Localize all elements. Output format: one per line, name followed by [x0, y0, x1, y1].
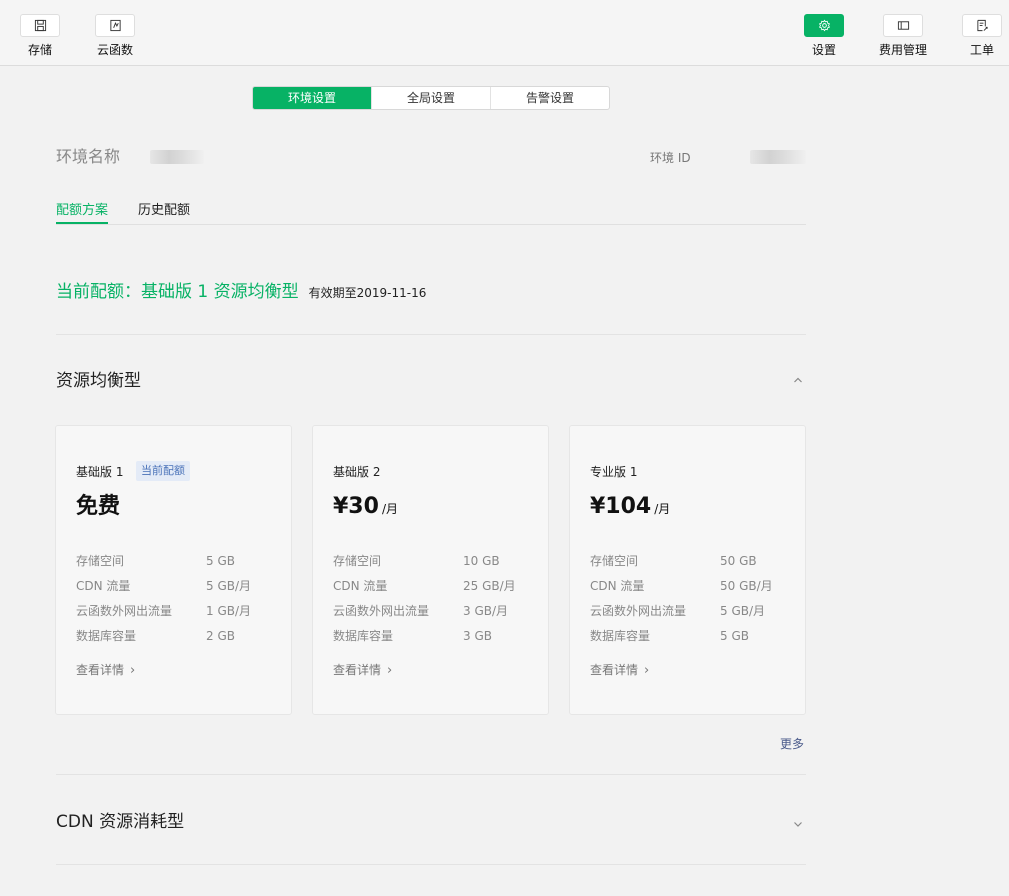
spec-label-storage: 存储空间: [333, 554, 382, 568]
spec-value-cdn: 25 GB/月: [463, 579, 516, 593]
tab-quota-history[interactable]: 历史配额: [138, 203, 190, 219]
storage-label: 存储: [27, 43, 52, 57]
spec-label-storage: 存储空间: [76, 554, 125, 568]
storage-button[interactable]: 存储: [10, 14, 70, 57]
current-plan-badge: 当前配额: [136, 461, 190, 481]
spec-value-outbound: 3 GB/月: [463, 604, 509, 618]
current-quota: 当前配额：基础版 1 资源均衡型 有效期至2019-11-16: [56, 281, 426, 303]
divider: [56, 334, 806, 335]
tab-environment-settings[interactable]: 环境设置: [253, 87, 371, 109]
env-name-label: 环境名称: [56, 147, 121, 166]
spec-label-database: 数据库容量: [76, 629, 137, 643]
view-details-label: 查看详情: [333, 663, 382, 677]
divider: [56, 774, 806, 775]
ticket-button[interactable]: 工单: [952, 14, 1009, 57]
chevron-up-icon[interactable]: [792, 374, 804, 386]
spec-label-outbound: 云函数外网出流量: [333, 604, 430, 618]
plan-price-value: 免费: [76, 494, 121, 519]
billing-icon: [883, 14, 923, 37]
spec-value-outbound: 5 GB/月: [720, 604, 766, 618]
chevron-right-icon: ›: [387, 663, 393, 678]
section-balanced-title[interactable]: 资源均衡型: [56, 370, 141, 392]
view-details-label: 查看详情: [590, 663, 639, 677]
spec-label-outbound: 云函数外网出流量: [76, 604, 173, 618]
spec-label-cdn: CDN 流量: [76, 579, 131, 593]
plan-name: 专业版 1: [590, 465, 638, 479]
plan-card-basic-2: 基础版 2 ¥30/月 存储空间 10 GB CDN 流量 25 GB/月 云函…: [312, 425, 549, 715]
spec-value-database: 2 GB: [206, 629, 235, 643]
save-icon: [20, 14, 60, 37]
spec-label-cdn: CDN 流量: [333, 579, 388, 593]
spec-value-storage: 50 GB: [720, 554, 757, 568]
cloud-function-button[interactable]: 云函数: [85, 14, 145, 57]
current-quota-expiry: 有效期至2019-11-16: [308, 286, 427, 300]
gear-icon: [804, 14, 844, 37]
billing-label: 费用管理: [878, 43, 927, 57]
spec-value-storage: 10 GB: [463, 554, 500, 568]
divider: [56, 864, 806, 865]
spec-value-cdn: 50 GB/月: [720, 579, 773, 593]
chevron-right-icon: ›: [130, 663, 136, 678]
spec-value-storage: 5 GB: [206, 554, 235, 568]
env-id-label: 环境 ID: [650, 151, 691, 165]
view-details-link[interactable]: 查看详情 ›: [590, 662, 649, 679]
more-plans-link[interactable]: 更多: [780, 736, 804, 752]
active-tab-underline: [56, 222, 108, 224]
spec-value-outbound: 1 GB/月: [206, 604, 252, 618]
plan-name: 基础版 2: [333, 465, 381, 479]
tab-global-settings[interactable]: 全局设置: [371, 87, 490, 109]
tab-quota-plan[interactable]: 配额方案: [56, 203, 108, 219]
settings-label: 设置: [811, 43, 836, 57]
chevron-right-icon: ›: [644, 663, 650, 678]
plan-card-basic-1: 基础版 1 当前配额 免费 存储空间 5 GB CDN 流量 5 GB/月 云函…: [55, 425, 292, 715]
plan-price-value: ¥30: [333, 494, 379, 519]
env-id-redacted: [750, 150, 806, 164]
quota-subtabs: 配额方案 历史配额: [56, 200, 806, 225]
chevron-down-icon[interactable]: [792, 818, 804, 830]
spec-value-database: 5 GB: [720, 629, 749, 643]
spec-label-database: 数据库容量: [590, 629, 651, 643]
spec-label-cdn: CDN 流量: [590, 579, 645, 593]
tab-alarm-settings[interactable]: 告警设置: [490, 87, 609, 109]
spec-value-cdn: 5 GB/月: [206, 579, 252, 593]
cloud-function-icon: [95, 14, 135, 37]
env-name-redacted: [150, 150, 204, 164]
view-details-link[interactable]: 查看详情 ›: [333, 662, 392, 679]
view-details-label: 查看详情: [76, 663, 125, 677]
ticket-icon: [962, 14, 1002, 37]
current-quota-title: 当前配额：基础版 1 资源均衡型: [56, 282, 299, 302]
plan-price: 免费: [76, 493, 123, 523]
settings-button[interactable]: 设置: [794, 14, 854, 57]
spec-label-database: 数据库容量: [333, 629, 394, 643]
billing-button[interactable]: 费用管理: [873, 14, 933, 57]
settings-segment-tabs: 环境设置 全局设置 告警设置: [252, 86, 610, 110]
cloud-function-label: 云函数: [96, 43, 133, 57]
plan-price-unit: /月: [654, 502, 671, 516]
view-details-link[interactable]: 查看详情 ›: [76, 662, 135, 679]
spec-label-storage: 存储空间: [590, 554, 639, 568]
plan-price: ¥104/月: [590, 493, 670, 523]
plan-price-value: ¥104: [590, 494, 652, 519]
ticket-label: 工单: [969, 43, 994, 57]
plan-price: ¥30/月: [333, 493, 398, 523]
plan-name: 基础版 1: [76, 465, 124, 479]
plan-card-pro-1: 专业版 1 ¥104/月 存储空间 50 GB CDN 流量 50 GB/月 云…: [569, 425, 806, 715]
plan-price-unit: /月: [381, 502, 398, 516]
spec-label-outbound: 云函数外网出流量: [590, 604, 687, 618]
section-cdn-title[interactable]: CDN 资源消耗型: [56, 811, 184, 833]
spec-value-database: 3 GB: [463, 629, 492, 643]
top-toolbar: 存储 云函数 设置 费用管理 工单: [0, 0, 1009, 66]
